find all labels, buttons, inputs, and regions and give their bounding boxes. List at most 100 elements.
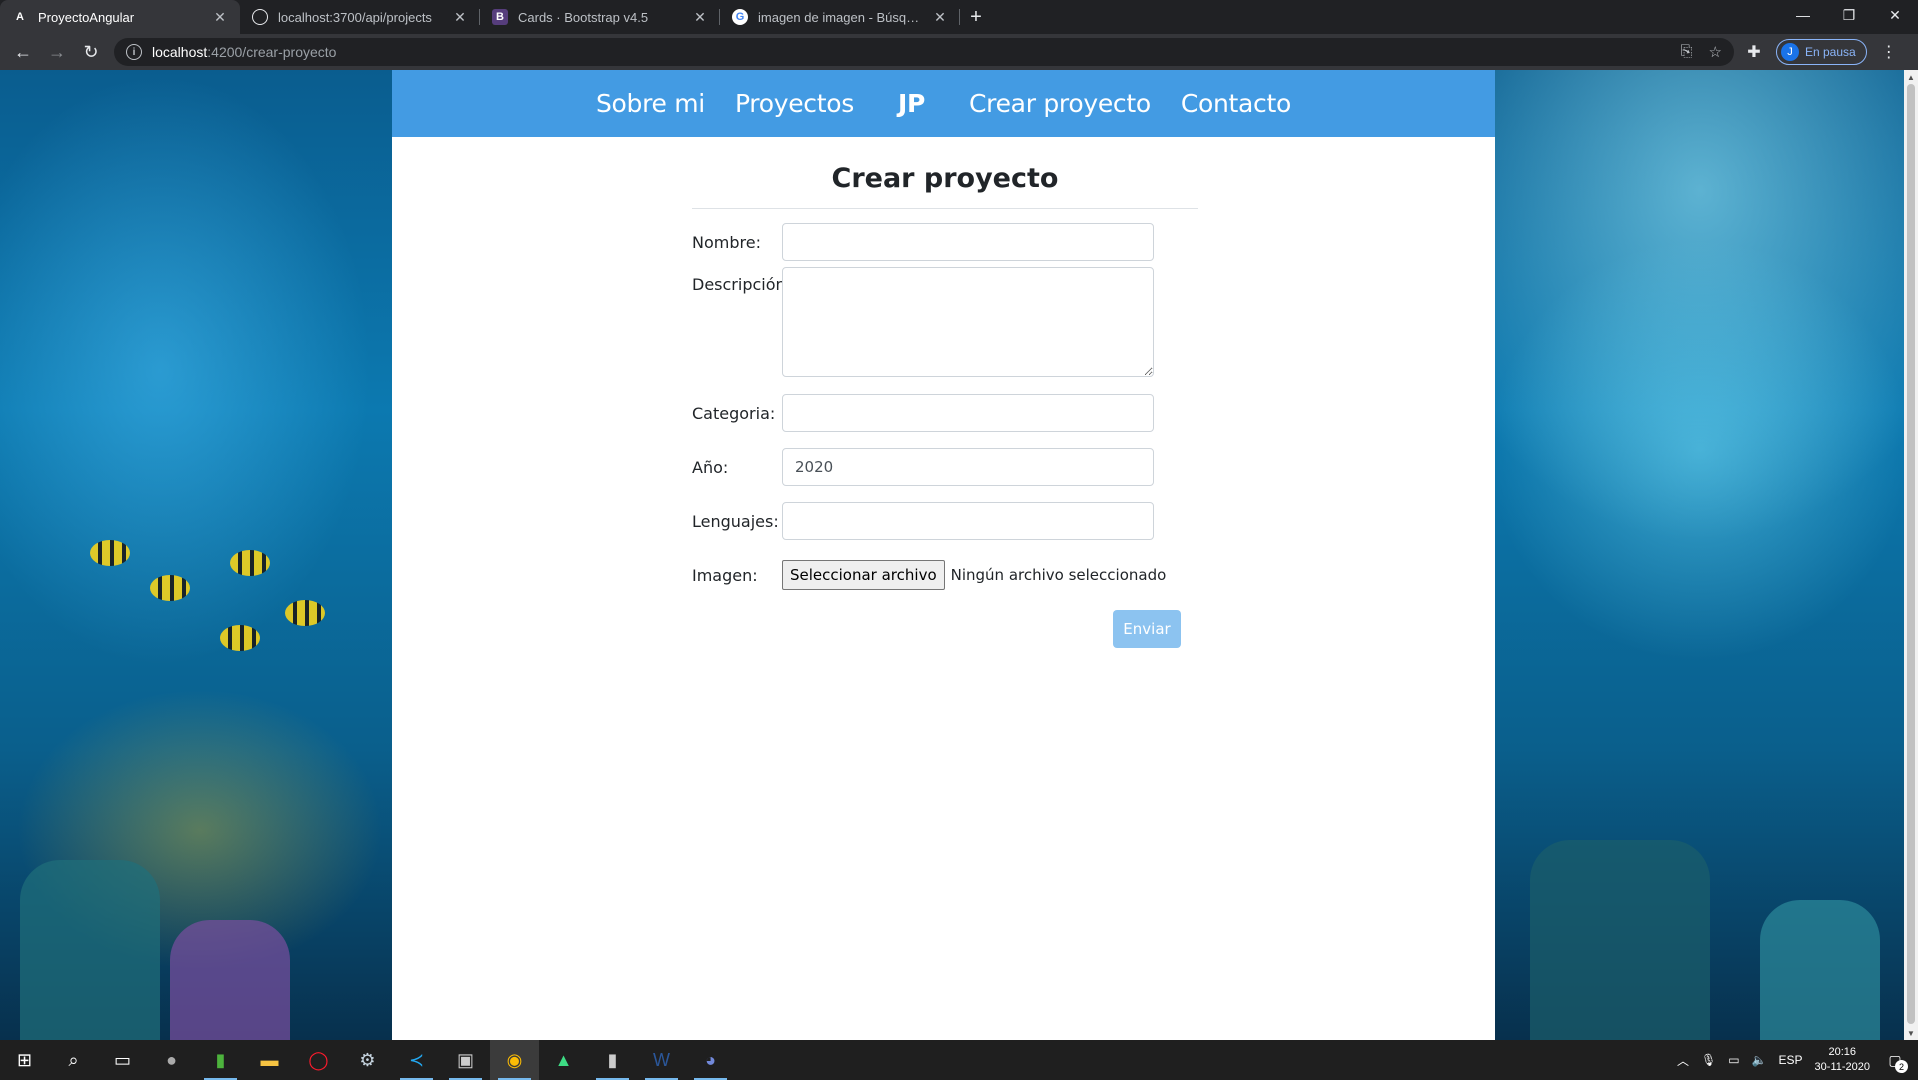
scroll-down-icon[interactable]: ▼: [1904, 1026, 1918, 1040]
profile-status: En pausa: [1805, 45, 1856, 59]
nav-link-proyectos[interactable]: Proyectos: [735, 89, 854, 118]
top-navigation: Sobre mi Proyectos JP Crear proyecto Con…: [392, 70, 1495, 137]
new-tab-button[interactable]: +: [960, 0, 992, 34]
browser-tab-1[interactable]: A ProyectoAngular ✕: [0, 0, 240, 34]
search-icon[interactable]: ⌕: [49, 1040, 98, 1080]
lenguajes-input[interactable]: [782, 502, 1154, 540]
categoria-input[interactable]: [782, 394, 1154, 432]
back-arrow-icon[interactable]: ←: [6, 35, 40, 69]
coral-decoration: [1760, 900, 1880, 1040]
clock-date: 30-11-2020: [1814, 1061, 1870, 1073]
close-tab-icon[interactable]: ✕: [452, 9, 468, 26]
system-tray: ︿ 🎙 ▭ 🔈 ESP 20:16 30-11-2020 ▢ 2: [1677, 1045, 1918, 1075]
tab-title: Cards · Bootstrap v4.5: [518, 9, 649, 25]
descripcion-label: Descripción:: [692, 275, 792, 294]
file-explorer-icon[interactable]: ▬: [245, 1040, 294, 1080]
nav-logo[interactable]: JP: [898, 89, 925, 118]
language-indicator[interactable]: ESP: [1779, 1053, 1803, 1067]
categoria-label: Categoria:: [692, 403, 776, 423]
chrome-icon[interactable]: ◉: [490, 1040, 539, 1080]
fish-decoration: [220, 625, 260, 651]
reload-icon[interactable]: ↻: [74, 35, 108, 69]
url-host: localhost: [152, 44, 208, 60]
angular-favicon-icon: A: [16, 11, 24, 23]
volume-icon[interactable]: 🔈: [1752, 1053, 1767, 1067]
page-viewport: Sobre mi Proyectos JP Crear proyecto Con…: [0, 70, 1904, 1040]
tab-title: ProyectoAngular: [38, 9, 135, 25]
address-bar[interactable]: i localhost:4200/crear-proyecto ⎘ ☆: [114, 38, 1734, 66]
bootstrap-favicon-icon: B: [492, 9, 508, 25]
lenguajes-label: Lenguajes:: [692, 511, 779, 531]
field-row-categoria: Categoria:: [692, 394, 1154, 432]
tab-title: localhost:3700/api/projects: [278, 9, 432, 25]
coral-decoration: [20, 860, 160, 1040]
field-row-nombre: Nombre:: [692, 223, 1154, 261]
minimize-icon[interactable]: —: [1780, 0, 1826, 30]
tab-separator: [959, 9, 960, 25]
chevron-up-icon[interactable]: ︿: [1677, 1052, 1689, 1069]
close-window-icon[interactable]: ✕: [1872, 0, 1918, 30]
close-tab-icon[interactable]: ✕: [932, 9, 948, 26]
main-content: Sobre mi Proyectos JP Crear proyecto Con…: [392, 70, 1495, 1040]
tab-strip: A ProyectoAngular ✕ localhost:3700/api/p…: [0, 0, 1918, 34]
app-icon[interactable]: ●: [147, 1040, 196, 1080]
anio-label: Año:: [692, 457, 729, 477]
page-title: Crear proyecto: [692, 137, 1198, 209]
create-project-form: Crear proyecto Nombre: Descripción: Cate…: [692, 137, 1198, 648]
nav-link-crear-proyecto[interactable]: Crear proyecto: [969, 89, 1151, 118]
mongodb-app-icon[interactable]: ▮: [196, 1040, 245, 1080]
extensions-puzzle-icon[interactable]: ✚: [1742, 42, 1766, 62]
site-info-icon[interactable]: i: [126, 44, 142, 60]
field-row-lenguajes: Lenguajes:: [692, 502, 1154, 540]
microphone-icon[interactable]: 🎙: [1701, 1053, 1716, 1067]
anio-input[interactable]: [782, 448, 1154, 486]
globe-favicon-icon: [252, 9, 268, 25]
windows-taskbar: ⊞ ⌕ ▭ ● ▮ ▬ ◯ ⚙ ≺ ▣ ◉ ▲ ▮ W ◕ ︿ 🎙 ▭ 🔈 ES…: [0, 1040, 1918, 1080]
nav-link-contacto[interactable]: Contacto: [1181, 89, 1291, 118]
fish-decoration: [150, 575, 190, 601]
close-tab-icon[interactable]: ✕: [212, 9, 228, 26]
translate-icon[interactable]: ⎘: [1681, 43, 1693, 61]
vscode-icon[interactable]: ≺: [392, 1040, 441, 1080]
discord-icon[interactable]: ◕: [686, 1040, 735, 1080]
scrollbar-thumb[interactable]: [1907, 84, 1915, 1024]
menu-kebab-icon[interactable]: ⋮: [1877, 42, 1901, 62]
google-favicon-icon: G: [732, 9, 748, 25]
close-tab-icon[interactable]: ✕: [692, 9, 708, 26]
command-prompt-icon[interactable]: ▮: [588, 1040, 637, 1080]
field-row-descripcion: Descripción:: [692, 267, 1154, 377]
submit-button[interactable]: Enviar: [1113, 610, 1181, 648]
app-rocket-icon[interactable]: ▲: [539, 1040, 588, 1080]
fish-decoration: [285, 600, 325, 626]
file-select-button[interactable]: Seleccionar archivo: [782, 560, 945, 590]
task-view-icon[interactable]: ▭: [98, 1040, 147, 1080]
scroll-up-icon[interactable]: ▲: [1904, 70, 1918, 84]
tab-title: imagen de imagen - Búsqueda de Google: [758, 9, 922, 25]
profile-button[interactable]: J En pausa: [1776, 39, 1867, 65]
opera-browser-icon[interactable]: ◯: [294, 1040, 343, 1080]
file-status-text: Ningún archivo seleccionado: [950, 566, 1167, 584]
restore-icon[interactable]: ❐: [1826, 0, 1872, 30]
nav-link-sobre-mi[interactable]: Sobre mi: [596, 89, 705, 118]
window-controls: — ❐ ✕: [1780, 0, 1918, 30]
browser-tab-2[interactable]: localhost:3700/api/projects ✕: [240, 0, 480, 34]
fish-decoration: [230, 550, 270, 576]
steam-icon[interactable]: ⚙: [343, 1040, 392, 1080]
browser-tab-3[interactable]: B Cards · Bootstrap v4.5 ✕: [480, 0, 720, 34]
windows-start-icon[interactable]: ⊞: [0, 1040, 49, 1080]
network-icon[interactable]: ▭: [1728, 1053, 1739, 1067]
avatar: J: [1781, 43, 1799, 61]
descripcion-textarea[interactable]: [782, 267, 1154, 377]
browser-toolbar: ← → ↻ i localhost:4200/crear-proyecto ⎘ …: [0, 34, 1918, 70]
terminal-app-icon[interactable]: ▣: [441, 1040, 490, 1080]
forward-arrow-icon[interactable]: →: [40, 35, 74, 69]
bookmark-star-icon[interactable]: ☆: [1709, 43, 1722, 61]
word-icon[interactable]: W: [637, 1040, 686, 1080]
page-scrollbar[interactable]: ▲ ▼: [1904, 70, 1918, 1040]
notification-center-icon[interactable]: ▢ 2: [1882, 1047, 1908, 1073]
nombre-input[interactable]: [782, 223, 1154, 261]
clock[interactable]: 20:16 30-11-2020: [1815, 1045, 1870, 1075]
coral-decoration: [170, 920, 290, 1040]
browser-tab-4[interactable]: G imagen de imagen - Búsqueda de Google …: [720, 0, 960, 34]
nombre-label: Nombre:: [692, 232, 761, 252]
